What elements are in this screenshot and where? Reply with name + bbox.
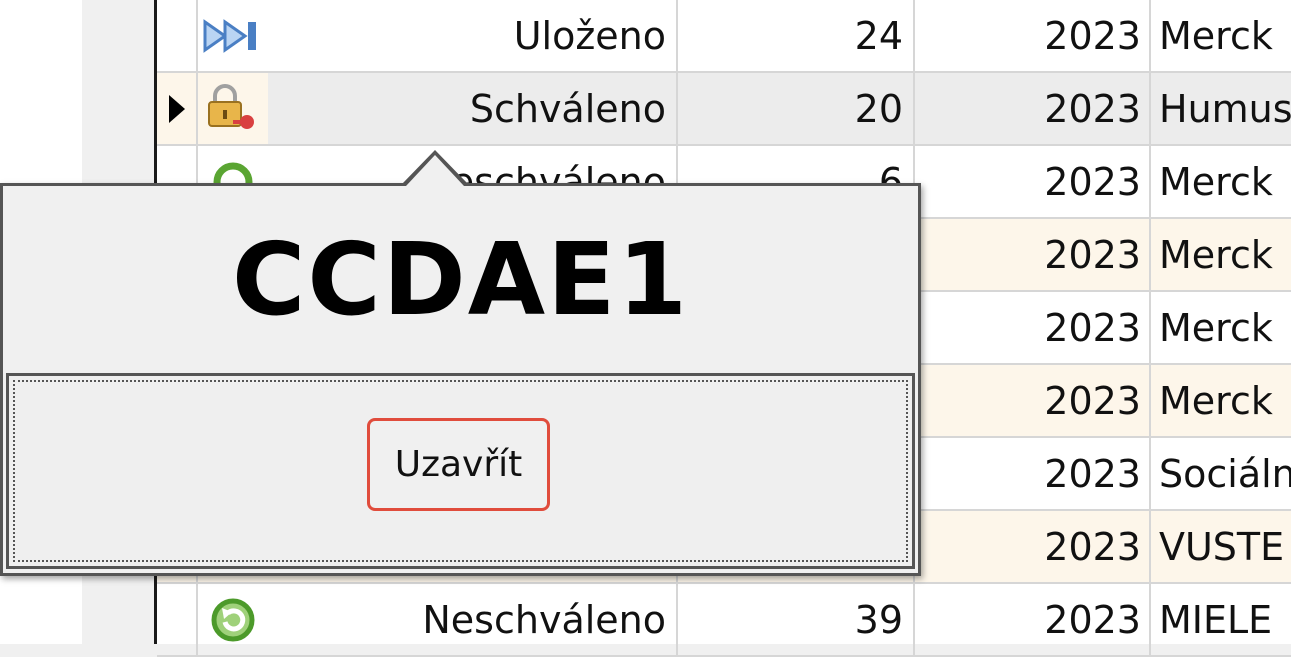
current-row-indicator-icon (168, 94, 185, 123)
year-cell[interactable]: 2023 (915, 365, 1151, 436)
popup-pointer-fill (406, 155, 464, 186)
lock-key-icon (198, 73, 268, 144)
year-cell[interactable]: 2023 (915, 511, 1151, 582)
name-cell[interactable]: VUSTE (1151, 511, 1291, 582)
year-cell[interactable]: 2023 (915, 73, 1151, 144)
name-cell[interactable]: Sociáln (1151, 438, 1291, 509)
status-cell[interactable]: Neschváleno (268, 584, 678, 655)
table-row[interactable]: Neschváleno 39 2023 MIELE (157, 584, 1291, 657)
refresh-icon (198, 584, 268, 655)
year-cell[interactable]: 2023 (915, 584, 1151, 655)
popup-footer: Uzavřít (6, 373, 915, 569)
table-row[interactable]: Uloženo 24 2023 Merck (157, 0, 1291, 73)
status-cell[interactable]: Uloženo (268, 0, 678, 71)
year-cell[interactable]: 2023 (915, 292, 1151, 363)
close-button[interactable]: Uzavřít (367, 418, 550, 511)
row-selector[interactable] (157, 73, 198, 144)
name-cell[interactable]: Merck (1151, 219, 1291, 290)
status-cell[interactable]: Schváleno (268, 73, 678, 144)
year-cell[interactable]: 2023 (915, 219, 1151, 290)
name-cell[interactable]: Merck (1151, 365, 1291, 436)
count-cell[interactable]: 20 (678, 73, 915, 144)
name-cell[interactable]: MIELE (1151, 584, 1291, 655)
callout-popup: CCDAE1 Uzavřít (0, 183, 921, 576)
count-cell[interactable]: 24 (678, 0, 915, 71)
popup-title: CCDAE1 (231, 221, 690, 338)
row-selector[interactable] (157, 584, 198, 655)
name-cell[interactable]: Humus (1151, 73, 1291, 144)
count-cell[interactable]: 39 (678, 584, 915, 655)
name-cell[interactable]: Merck (1151, 292, 1291, 363)
year-cell[interactable]: 2023 (915, 438, 1151, 509)
name-cell[interactable]: Merck (1151, 146, 1291, 217)
name-cell[interactable]: Merck (1151, 0, 1291, 71)
row-selector[interactable] (157, 0, 198, 71)
year-cell[interactable]: 2023 (915, 146, 1151, 217)
year-cell[interactable]: 2023 (915, 0, 1151, 71)
skip-forward-icon (198, 0, 268, 71)
table-row[interactable]: Schváleno 20 2023 Humus (157, 73, 1291, 146)
